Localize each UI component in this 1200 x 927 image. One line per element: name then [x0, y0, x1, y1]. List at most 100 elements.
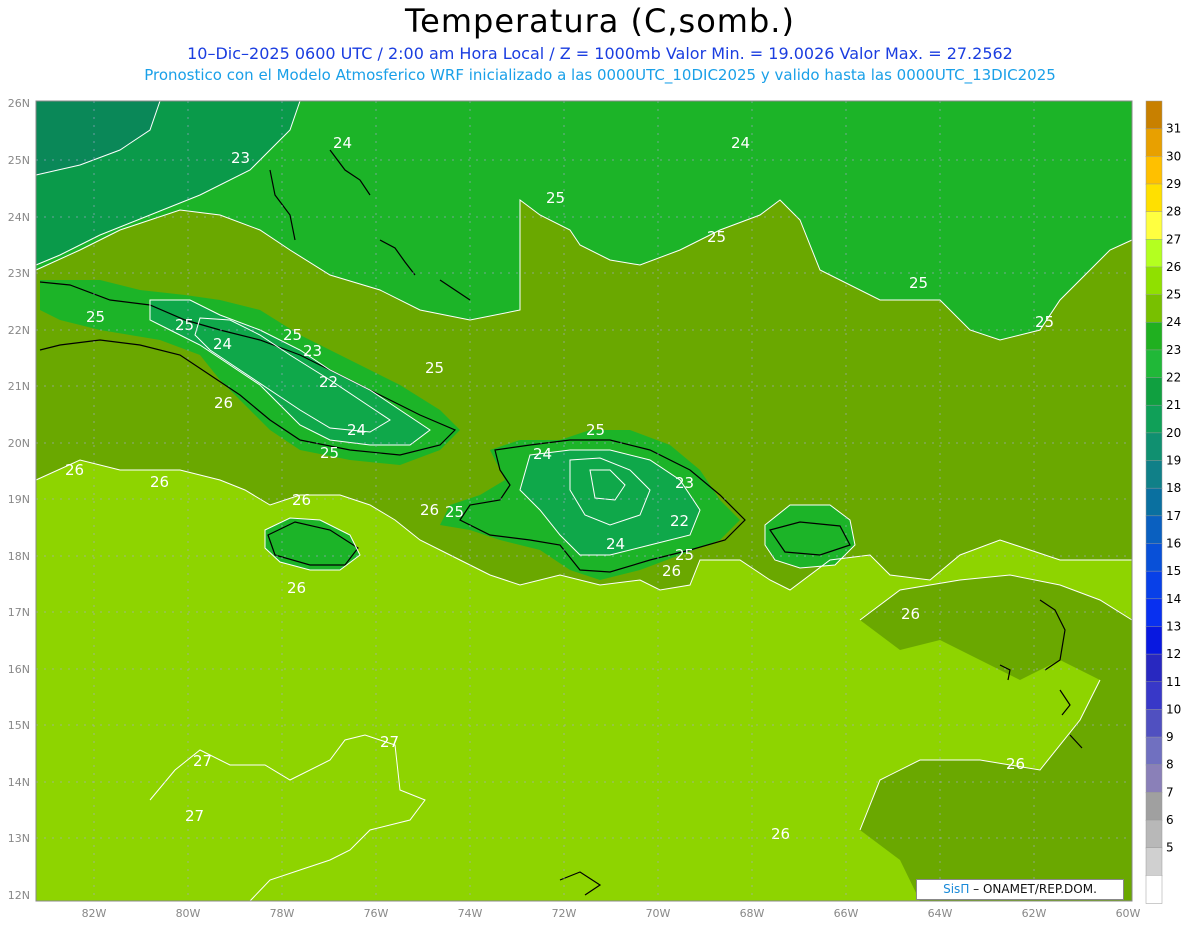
lon-label: 76W [364, 907, 389, 920]
colorbar-label: 11 [1166, 675, 1181, 689]
colorbar: 31 30 29 28 27 26 25 24 23 22 21 20 19 18 17 16 15 14 13 12… [1145, 100, 1181, 904]
colorbar-label: 8 [1166, 758, 1174, 772]
contour-label: 22 [319, 373, 338, 391]
lon-label: 62W [1022, 907, 1047, 920]
contour-label: 25 [675, 546, 694, 564]
colorbar-swatch [1145, 736, 1163, 766]
colorbar-swatch [1145, 349, 1163, 379]
colorbar-swatch [1145, 626, 1163, 655]
contour-label: 25 [175, 316, 194, 334]
colorbar-label: 10 [1166, 702, 1181, 716]
contour-label: 26 [150, 473, 169, 491]
contour-label: 25 [445, 503, 464, 521]
colorbar-swatch [1145, 183, 1163, 213]
lat-label: 16N [8, 663, 30, 676]
lat-label: 20N [8, 437, 30, 450]
lon-label: 72W [552, 907, 577, 920]
lat-label: 25N [8, 154, 30, 167]
colorbar-label: 17 [1166, 509, 1181, 523]
contour-label: 25 [1035, 313, 1054, 331]
lon-axis: 82W 80W 78W 76W 74W 72W 70W 68W 66W 64W … [82, 907, 1141, 920]
colorbar-label: 18 [1166, 481, 1181, 495]
colorbar-label: 9 [1166, 730, 1174, 744]
colorbar-label: 26 [1166, 260, 1181, 274]
colorbar-swatch [1145, 598, 1163, 628]
contour-label: 24 [347, 421, 366, 439]
colorbar-swatch [1145, 432, 1163, 462]
lat-label: 19N [8, 493, 30, 506]
colorbar-swatch [1145, 487, 1163, 517]
colorbar-label: 12 [1166, 647, 1181, 661]
colorbar-label: 25 [1166, 288, 1181, 302]
contour-label: 24 [333, 134, 352, 152]
colorbar-swatch [1145, 239, 1163, 268]
lat-label: 15N [8, 719, 30, 732]
colorbar-swatch [1145, 764, 1163, 794]
colorbar-label: 14 [1166, 592, 1181, 606]
colorbar-label: 22 [1166, 371, 1181, 385]
contour-label: 26 [662, 562, 681, 580]
colorbar-label: 30 [1166, 149, 1181, 163]
lon-label: 78W [270, 907, 295, 920]
contour-label: 25 [586, 421, 605, 439]
colorbar-swatch [1145, 377, 1163, 406]
colorbar-swatch [1145, 875, 1163, 904]
contour-label: 24 [731, 134, 750, 152]
contour-label: 26 [292, 491, 311, 509]
colorbar-swatch [1145, 128, 1163, 158]
lon-label: 68W [740, 907, 765, 920]
sispi-logo-text: SisΠ [943, 882, 970, 896]
lat-label: 24N [8, 211, 30, 224]
temperature-map: 23 24 24 25 25 25 25 25 25 25 25 24 23 2… [8, 97, 1182, 920]
lat-label: 18N [8, 550, 30, 563]
contour-label: 27 [193, 752, 212, 770]
lon-label: 74W [458, 907, 483, 920]
colorbar-swatch [1145, 570, 1163, 600]
colorbar-swatch [1145, 681, 1163, 711]
colorbar-swatch [1145, 709, 1163, 738]
lat-label: 12N [8, 889, 30, 902]
colorbar-swatch [1145, 515, 1163, 545]
colorbar-label: 28 [1166, 205, 1181, 219]
contour-label: 24 [606, 535, 625, 553]
colorbar-swatch [1145, 792, 1163, 821]
colorbar-swatch [1145, 211, 1163, 241]
contour-label: 25 [86, 308, 105, 326]
contour-label: 26 [65, 461, 84, 479]
colorbar-label: 21 [1166, 398, 1181, 412]
lon-label: 66W [834, 907, 859, 920]
lat-label: 26N [8, 97, 30, 110]
colorbar-label: 27 [1166, 232, 1181, 246]
colorbar-label: 13 [1166, 619, 1181, 633]
contour-label: 25 [425, 359, 444, 377]
colorbar-label: 31 [1166, 122, 1181, 136]
colorbar-swatch [1145, 543, 1163, 572]
lat-label: 14N [8, 776, 30, 789]
lon-label: 70W [646, 907, 671, 920]
contour-label: 26 [901, 605, 920, 623]
lat-axis: 26N 25N 24N 23N 22N 21N 20N 19N 18N 17N … [8, 97, 30, 902]
contour-label: 24 [213, 335, 232, 353]
lon-label: 60W [1116, 907, 1141, 920]
lon-label: 82W [82, 907, 107, 920]
contour-label: 27 [380, 733, 399, 751]
colorbar-swatch [1145, 847, 1163, 877]
contour-label: 26 [1006, 755, 1025, 773]
contour-label: 25 [909, 274, 928, 292]
contour-label: 26 [420, 501, 439, 519]
credit-text: – ONAMET/REP.DOM. [973, 882, 1097, 896]
colorbar-label: 6 [1166, 813, 1174, 827]
colorbar-label: 29 [1166, 177, 1181, 191]
colorbar-label: 5 [1166, 841, 1174, 855]
contour-label: 22 [670, 512, 689, 530]
contour-label: 25 [320, 444, 339, 462]
colorbar-swatch [1145, 404, 1163, 434]
contour-label: 24 [533, 445, 552, 463]
contour-label: 23 [675, 474, 694, 492]
colorbar-swatch [1145, 819, 1163, 849]
map-field [36, 101, 1132, 901]
contour-label: 23 [303, 342, 322, 360]
lat-label: 13N [8, 832, 30, 845]
colorbar-swatch [1145, 321, 1163, 351]
lat-label: 21N [8, 380, 30, 393]
